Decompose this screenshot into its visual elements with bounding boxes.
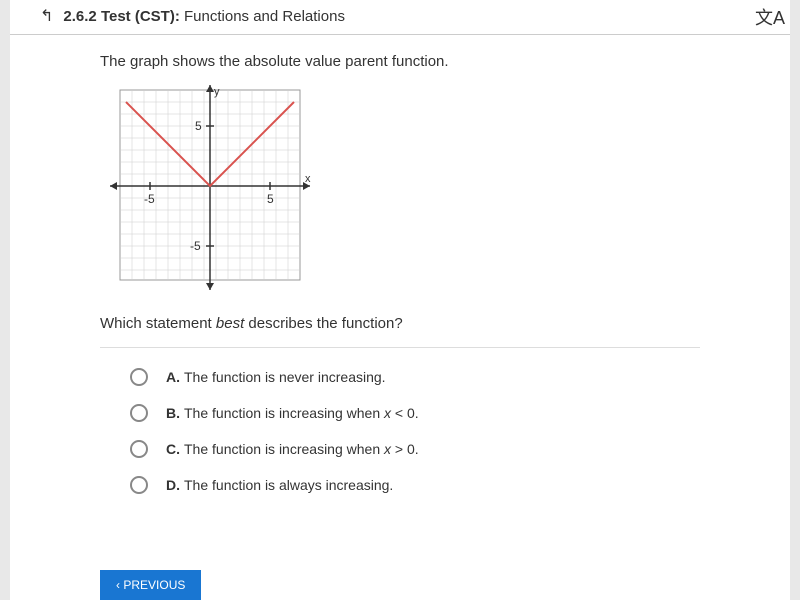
letter-b: B. (166, 405, 180, 421)
sub-italic: best (216, 315, 244, 332)
svg-text:y: y (214, 86, 220, 98)
prefix-c: The function is increasing when (184, 441, 384, 457)
option-a[interactable]: A.The function is never increasing. (130, 368, 700, 386)
text-a: The function is never increasing. (184, 369, 386, 385)
previous-label: PREVIOUS (123, 578, 185, 592)
sub-prefix: Which statement (100, 315, 216, 332)
test-title: 2.6.2 Test (CST): Functions and Relation… (63, 8, 345, 25)
question-intro: The graph shows the absolute value paren… (100, 53, 700, 70)
previous-button[interactable]: ‹ PREVIOUS (100, 570, 201, 600)
prefix-b: The function is increasing when (184, 405, 384, 421)
var-b: x (384, 405, 391, 421)
cond-b: < 0. (391, 405, 419, 421)
test-subject: Functions and Relations (184, 8, 345, 25)
letter-c: C. (166, 441, 180, 457)
radio-icon[interactable] (130, 368, 148, 386)
test-label-text: Test (CST): (101, 8, 180, 25)
content-area: The graph shows the absolute value paren… (10, 35, 790, 522)
graph-svg: -5 5 5 -5 y x (100, 85, 320, 295)
back-arrow-icon[interactable]: ↰ (40, 6, 53, 26)
options-list: A.The function is never increasing. B.Th… (100, 368, 700, 494)
option-d-label: D.The function is always increasing. (166, 477, 393, 493)
radio-icon[interactable] (130, 404, 148, 422)
cond-c: > 0. (391, 441, 419, 457)
translate-icon[interactable]: 文A (755, 4, 785, 30)
option-a-label: A.The function is never increasing. (166, 369, 386, 385)
header-bar: ↰ 2.6.2 Test (CST): Functions and Relati… (10, 0, 790, 35)
option-d[interactable]: D.The function is always increasing. (130, 476, 700, 494)
svg-text:x: x (305, 173, 311, 185)
letter-a: A. (166, 369, 180, 385)
svg-text:5: 5 (267, 192, 274, 206)
test-number: 2.6.2 (63, 8, 96, 25)
graph: -5 5 5 -5 y x (100, 85, 700, 295)
var-c: x (384, 441, 391, 457)
option-c[interactable]: C.The function is increasing when x > 0. (130, 440, 700, 458)
sub-question: Which statement best describes the funct… (100, 315, 700, 332)
sub-suffix: describes the function? (244, 315, 402, 332)
option-b[interactable]: B.The function is increasing when x < 0. (130, 404, 700, 422)
radio-icon[interactable] (130, 440, 148, 458)
divider (100, 347, 700, 348)
svg-text:5: 5 (195, 119, 202, 133)
svg-text:-5: -5 (144, 192, 155, 206)
text-d: The function is always increasing. (184, 477, 393, 493)
page-container: ↰ 2.6.2 Test (CST): Functions and Relati… (10, 0, 790, 600)
option-b-label: B.The function is increasing when x < 0. (166, 405, 419, 421)
svg-text:-5: -5 (190, 239, 201, 253)
option-c-label: C.The function is increasing when x > 0. (166, 441, 419, 457)
letter-d: D. (166, 477, 180, 493)
radio-icon[interactable] (130, 476, 148, 494)
